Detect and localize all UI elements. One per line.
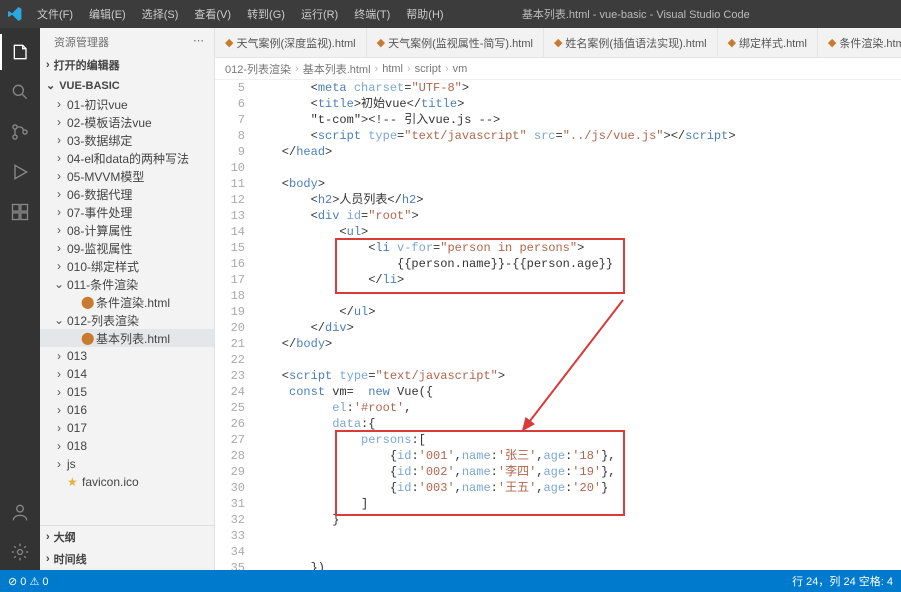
tree-item[interactable]: ›09-监视属性 xyxy=(40,239,214,257)
tree-item[interactable]: ⌄012-列表渲染 xyxy=(40,311,214,329)
more-icon[interactable]: ⋯ xyxy=(193,34,204,50)
tree-item[interactable]: ›013 xyxy=(40,347,214,365)
status-cursor-position[interactable]: 行 24，列 24 空格: 4 xyxy=(792,573,893,589)
breadcrumb-item[interactable]: vm xyxy=(453,63,468,75)
editor-tab[interactable]: ◆绑定样式.html xyxy=(718,28,818,57)
tree-item[interactable]: ⬤条件渲染.html xyxy=(40,293,214,311)
menu-go[interactable]: 转到(G) xyxy=(240,2,292,26)
tree-item[interactable]: ›015 xyxy=(40,383,214,401)
tree-item[interactable]: ›017 xyxy=(40,419,214,437)
open-editors-section[interactable]: ›打开的编辑器 xyxy=(40,54,214,76)
tree-item[interactable]: ›016 xyxy=(40,401,214,419)
run-debug-icon[interactable] xyxy=(0,154,40,190)
account-icon[interactable] xyxy=(0,494,40,530)
menu-help[interactable]: 帮助(H) xyxy=(399,2,450,26)
editor-tab[interactable]: ◆天气案例(深度监视).html xyxy=(215,28,367,57)
menu-selection[interactable]: 选择(S) xyxy=(135,2,186,26)
tree-item[interactable]: ›05-MVVM模型 xyxy=(40,167,214,185)
breadcrumb-item[interactable]: 基本列表.html xyxy=(303,61,371,77)
tree-item[interactable]: ›06-数据代理 xyxy=(40,185,214,203)
window-title: 基本列表.html - vue-basic - Visual Studio Co… xyxy=(451,6,821,22)
tree-item[interactable]: ›03-数据绑定 xyxy=(40,131,214,149)
sidebar: 资源管理器 ⋯ ›打开的编辑器 ⌄VUE-BASIC ›01-初识vue›02-… xyxy=(40,28,215,570)
menu-file[interactable]: 文件(F) xyxy=(30,2,80,26)
editor-tab[interactable]: ◆条件渲染.html xyxy=(818,28,901,57)
editor-tabs: ◆天气案例(深度监视).html◆天气案例(监视属性-简写).html◆姓名案例… xyxy=(215,28,901,58)
menu-bar: 文件(F) 编辑(E) 选择(S) 查看(V) 转到(G) 运行(R) 终端(T… xyxy=(30,2,451,26)
files-icon[interactable] xyxy=(0,34,40,70)
outline-section[interactable]: ›大纲 xyxy=(40,526,214,548)
breadcrumbs[interactable]: 012-列表渲染›基本列表.html›html›script›vm xyxy=(215,58,901,80)
tree-item[interactable]: ›08-计算属性 xyxy=(40,221,214,239)
line-gutter: 5678910111213141516171819202122232425262… xyxy=(215,80,253,570)
search-icon[interactable] xyxy=(0,74,40,110)
sidebar-title: 资源管理器 ⋯ xyxy=(40,28,214,54)
code-lines[interactable]: <meta charset="UTF-8"> <title>初始vue</tit… xyxy=(253,80,901,570)
menu-edit[interactable]: 编辑(E) xyxy=(82,2,133,26)
project-section[interactable]: ⌄VUE-BASIC xyxy=(40,76,214,95)
activity-bar xyxy=(0,28,40,570)
tree-item[interactable]: ★favicon.ico xyxy=(40,473,214,491)
editor-area: ◆天气案例(深度监视).html◆天气案例(监视属性-简写).html◆姓名案例… xyxy=(215,28,901,570)
tree-item[interactable]: ⌄011-条件渲染 xyxy=(40,275,214,293)
breadcrumb-item[interactable]: html xyxy=(382,63,403,75)
tree-item[interactable]: ›04-el和data的两种写法 xyxy=(40,149,214,167)
extensions-icon[interactable] xyxy=(0,194,40,230)
titlebar: 文件(F) 编辑(E) 选择(S) 查看(V) 转到(G) 运行(R) 终端(T… xyxy=(0,0,901,28)
breadcrumb-item[interactable]: script xyxy=(415,63,441,75)
tree-item[interactable]: ›02-模板语法vue xyxy=(40,113,214,131)
editor-tab[interactable]: ◆姓名案例(插值语法实现).html xyxy=(544,28,718,57)
tree-item[interactable]: ›014 xyxy=(40,365,214,383)
timeline-section[interactable]: ›时间线 xyxy=(40,548,214,570)
gear-icon[interactable] xyxy=(0,534,40,570)
tree-item[interactable]: ›010-绑定样式 xyxy=(40,257,214,275)
tree-item[interactable]: ›018 xyxy=(40,437,214,455)
status-problems[interactable]: ⊘ 0 ⚠ 0 xyxy=(8,575,48,588)
menu-run[interactable]: 运行(R) xyxy=(294,2,345,26)
breadcrumb-item[interactable]: 012-列表渲染 xyxy=(225,61,291,77)
tree-item[interactable]: ›js xyxy=(40,455,214,473)
source-control-icon[interactable] xyxy=(0,114,40,150)
menu-terminal[interactable]: 终端(T) xyxy=(347,2,397,26)
file-tree: ›01-初识vue›02-模板语法vue›03-数据绑定›04-el和data的… xyxy=(40,95,214,525)
vscode-logo-icon xyxy=(8,7,22,21)
tree-item[interactable]: ›01-初识vue xyxy=(40,95,214,113)
editor-tab[interactable]: ◆天气案例(监视属性-简写).html xyxy=(367,28,544,57)
tree-item[interactable]: ›07-事件处理 xyxy=(40,203,214,221)
code-editor[interactable]: 5678910111213141516171819202122232425262… xyxy=(215,80,901,570)
status-bar: ⊘ 0 ⚠ 0 行 24，列 24 空格: 4 xyxy=(0,570,901,592)
menu-view[interactable]: 查看(V) xyxy=(187,2,238,26)
tree-item[interactable]: ⬤基本列表.html xyxy=(40,329,214,347)
